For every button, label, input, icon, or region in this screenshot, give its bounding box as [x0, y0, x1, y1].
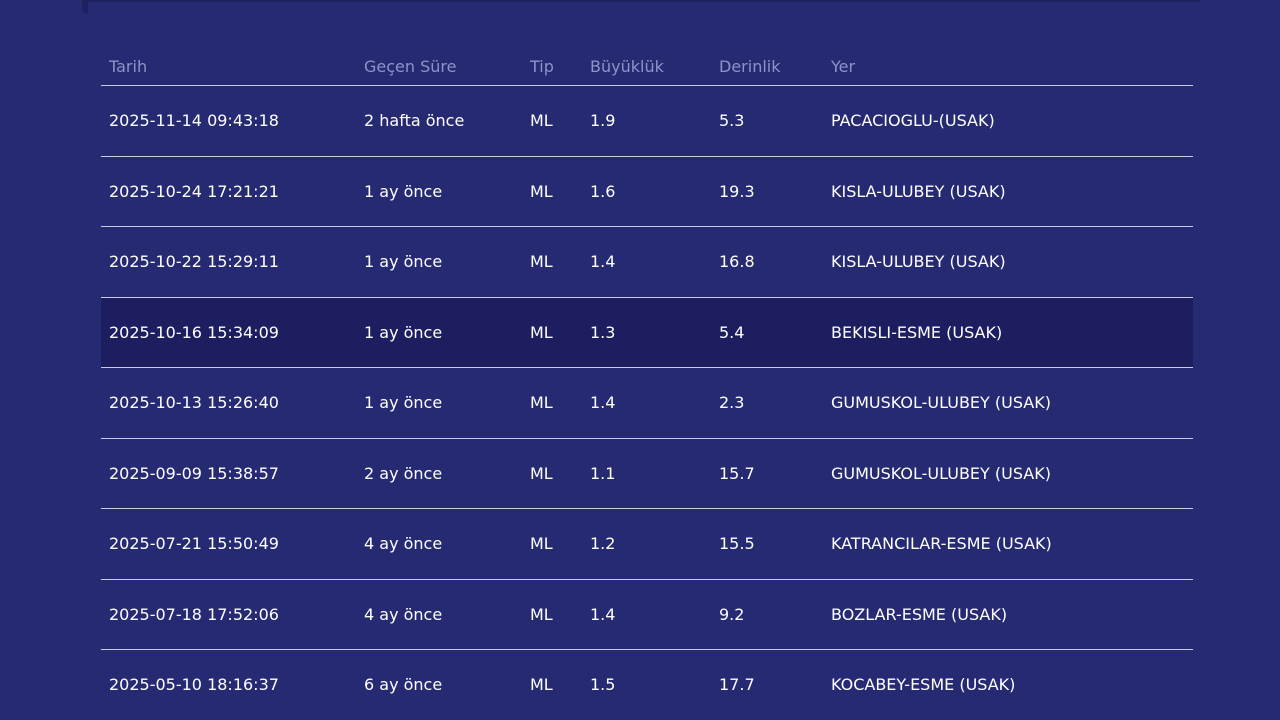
cell-date: 2025-10-13 15:26:40: [101, 367, 356, 439]
header-row: Tarih Geçen Süre Tip Büyüklük Derinlik Y…: [101, 48, 1193, 86]
cell-elapsed: 4 ay önce: [356, 508, 522, 580]
cell-date: 2025-10-16 15:34:09: [101, 297, 356, 368]
cell-type: ML: [522, 438, 582, 509]
cell-date: 2025-10-22 15:29:11: [101, 226, 356, 298]
cell-date: 2025-11-14 09:43:18: [101, 85, 356, 157]
page: Tarih Geçen Süre Tip Büyüklük Derinlik Y…: [0, 0, 1280, 720]
cell-type: ML: [522, 85, 582, 157]
cell-date: 2025-07-18 17:52:06: [101, 579, 356, 650]
cell-magnitude: 1.4: [582, 367, 711, 439]
cell-elapsed: 6 ay önce: [356, 649, 522, 720]
cell-depth: 5.3: [711, 85, 823, 157]
header-type[interactable]: Tip: [522, 48, 582, 86]
table-row[interactable]: 2025-10-24 17:21:21 1 ay önce ML 1.6 19.…: [101, 156, 1193, 227]
cell-type: ML: [522, 579, 582, 650]
cell-elapsed: 1 ay önce: [356, 156, 522, 227]
cell-elapsed: 1 ay önce: [356, 367, 522, 439]
cell-magnitude: 1.2: [582, 508, 711, 580]
cell-elapsed: 1 ay önce: [356, 226, 522, 298]
table-row[interactable]: 2025-07-21 15:50:49 4 ay önce ML 1.2 15.…: [101, 508, 1193, 580]
cell-magnitude: 1.1: [582, 438, 711, 509]
header-elapsed[interactable]: Geçen Süre: [356, 48, 522, 86]
cell-date: 2025-05-10 18:16:37: [101, 649, 356, 720]
header-location[interactable]: Yer: [823, 48, 1193, 86]
cell-type: ML: [522, 508, 582, 580]
table-row[interactable]: 2025-11-14 09:43:18 2 hafta önce ML 1.9 …: [101, 85, 1193, 157]
header-date[interactable]: Tarih: [101, 48, 356, 86]
cell-depth: 5.4: [711, 297, 823, 368]
panel-top-edge: [82, 0, 1200, 2]
cell-depth: 15.5: [711, 508, 823, 580]
panel-left-edge: [82, 0, 88, 14]
cell-location: KISLA-ULUBEY (USAK): [823, 156, 1193, 227]
cell-type: ML: [522, 649, 582, 720]
cell-location: KATRANCILAR-ESME (USAK): [823, 508, 1193, 580]
earthquake-table: Tarih Geçen Süre Tip Büyüklük Derinlik Y…: [101, 48, 1193, 720]
cell-location: GUMUSKOL-ULUBEY (USAK): [823, 367, 1193, 439]
cell-magnitude: 1.3: [582, 297, 711, 368]
table-header: Tarih Geçen Süre Tip Büyüklük Derinlik Y…: [101, 48, 1193, 86]
table-row[interactable]: 2025-09-09 15:38:57 2 ay önce ML 1.1 15.…: [101, 438, 1193, 509]
cell-location: BOZLAR-ESME (USAK): [823, 579, 1193, 650]
cell-location: KISLA-ULUBEY (USAK): [823, 226, 1193, 298]
cell-depth: 16.8: [711, 226, 823, 298]
table-row[interactable]: 2025-05-10 18:16:37 6 ay önce ML 1.5 17.…: [101, 649, 1193, 720]
cell-location: BEKISLI-ESME (USAK): [823, 297, 1193, 368]
cell-magnitude: 1.9: [582, 85, 711, 157]
cell-date: 2025-10-24 17:21:21: [101, 156, 356, 227]
table-row[interactable]: 2025-07-18 17:52:06 4 ay önce ML 1.4 9.2…: [101, 579, 1193, 650]
cell-elapsed: 1 ay önce: [356, 297, 522, 368]
cell-depth: 2.3: [711, 367, 823, 439]
cell-type: ML: [522, 226, 582, 298]
header-depth[interactable]: Derinlik: [711, 48, 823, 86]
cell-depth: 15.7: [711, 438, 823, 509]
cell-magnitude: 1.4: [582, 226, 711, 298]
cell-elapsed: 2 hafta önce: [356, 85, 522, 157]
cell-type: ML: [522, 156, 582, 227]
table-body: 2025-11-14 09:43:18 2 hafta önce ML 1.9 …: [101, 85, 1193, 720]
header-magnitude[interactable]: Büyüklük: [582, 48, 711, 86]
earthquake-table-container: Tarih Geçen Süre Tip Büyüklük Derinlik Y…: [101, 48, 1193, 720]
cell-magnitude: 1.5: [582, 649, 711, 720]
cell-depth: 17.7: [711, 649, 823, 720]
cell-type: ML: [522, 367, 582, 439]
cell-type: ML: [522, 297, 582, 368]
cell-depth: 9.2: [711, 579, 823, 650]
table-row-hovered[interactable]: 2025-10-16 15:34:09 1 ay önce ML 1.3 5.4…: [101, 297, 1193, 368]
cell-date: 2025-09-09 15:38:57: [101, 438, 356, 509]
cell-elapsed: 4 ay önce: [356, 579, 522, 650]
cell-location: PACACIOGLU-(USAK): [823, 85, 1193, 157]
cell-location: GUMUSKOL-ULUBEY (USAK): [823, 438, 1193, 509]
table-row[interactable]: 2025-10-13 15:26:40 1 ay önce ML 1.4 2.3…: [101, 367, 1193, 439]
cell-elapsed: 2 ay önce: [356, 438, 522, 509]
cell-location: KOCABEY-ESME (USAK): [823, 649, 1193, 720]
cell-magnitude: 1.6: [582, 156, 711, 227]
cell-date: 2025-07-21 15:50:49: [101, 508, 356, 580]
table-row[interactable]: 2025-10-22 15:29:11 1 ay önce ML 1.4 16.…: [101, 226, 1193, 298]
cell-magnitude: 1.4: [582, 579, 711, 650]
cell-depth: 19.3: [711, 156, 823, 227]
